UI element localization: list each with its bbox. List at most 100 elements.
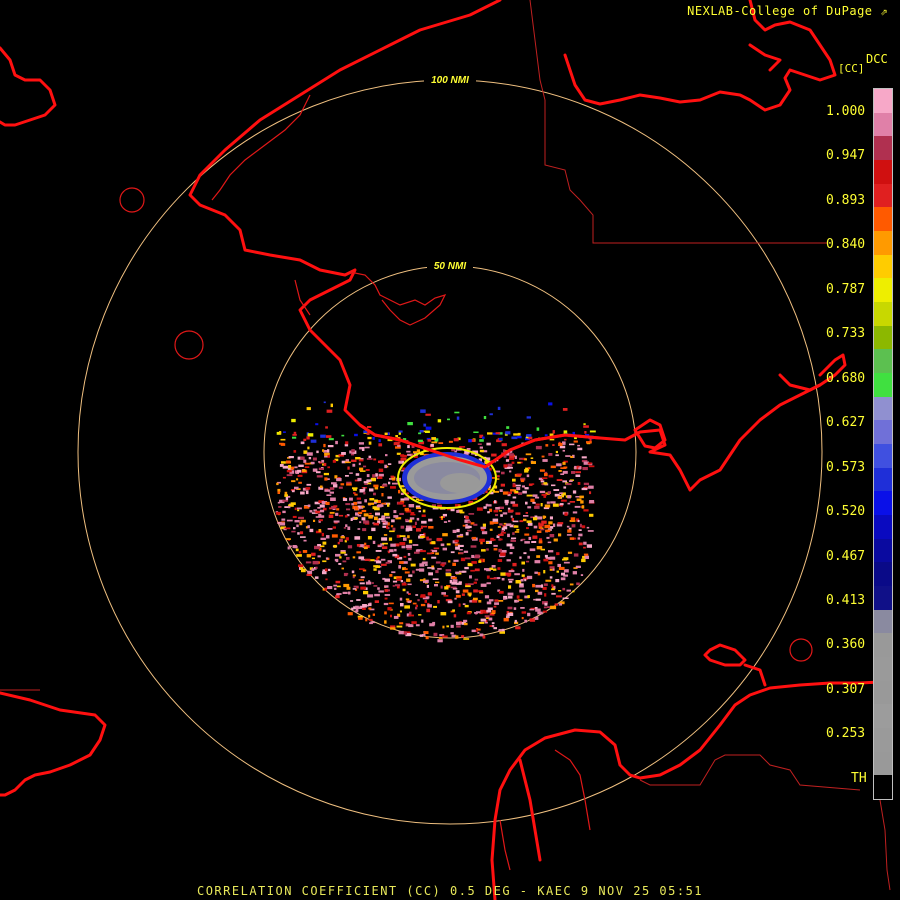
echo-pixel — [291, 480, 296, 483]
echo-pixel — [512, 503, 519, 507]
echo-pixel — [281, 518, 286, 521]
echo-pixel — [539, 469, 545, 472]
echo-pixel — [494, 602, 499, 605]
echo-pixel — [384, 512, 390, 516]
echo-pixel — [542, 610, 548, 613]
echo-pixel — [435, 561, 441, 564]
echo-pixel — [377, 476, 383, 479]
echo-pixel — [395, 435, 398, 438]
echo-pixel — [510, 489, 515, 492]
echo-pixel — [576, 465, 580, 468]
echo-pixel — [388, 602, 394, 605]
echo-pixel — [367, 502, 371, 506]
echo-pixel — [307, 570, 313, 574]
echo-pixel — [586, 544, 592, 548]
echo-pixel — [559, 492, 563, 495]
echo-pixel — [543, 495, 547, 498]
echo-pixel — [430, 443, 434, 447]
echo-pixel — [398, 565, 401, 569]
echo-pixel — [508, 585, 512, 589]
echo-pixel — [361, 509, 367, 513]
echo-pixel — [359, 467, 364, 471]
echo-pixel — [369, 488, 374, 492]
echo-pixel — [519, 589, 526, 593]
echo-pixel — [562, 408, 568, 411]
echo-pixel — [338, 563, 342, 565]
echo-pixel — [473, 523, 478, 526]
echo-pixel — [530, 457, 534, 459]
echo-pixel — [535, 608, 541, 612]
echo-pixel — [407, 535, 410, 539]
echo-pixel — [492, 477, 496, 479]
color-scale-label: TH — [851, 770, 867, 786]
echo-pixel — [470, 569, 475, 572]
echo-pixel — [361, 447, 365, 451]
echo-pixel — [384, 464, 388, 469]
echo-pixel — [461, 593, 465, 596]
echo-pixel — [562, 470, 568, 474]
echo-pixel — [389, 574, 393, 577]
echo-pixel — [399, 622, 404, 625]
echo-pixel — [288, 465, 292, 469]
echo-pixel — [584, 555, 589, 559]
echo-pixel — [572, 590, 575, 593]
echo-pixel — [390, 475, 395, 478]
echo-pixel — [521, 574, 525, 577]
echo-pixel — [315, 510, 321, 514]
echo-pixel — [485, 504, 492, 507]
echo-pixel — [334, 587, 337, 590]
echo-pixel — [441, 516, 443, 518]
echo-pixel — [358, 459, 364, 462]
external-link-icon[interactable]: ⇗ — [880, 4, 888, 18]
echo-pixel — [503, 597, 506, 600]
echo-pixel — [310, 439, 317, 443]
coastlines — [0, 0, 882, 900]
echo-pixel — [462, 603, 466, 605]
echo-pixel — [300, 519, 306, 523]
echo-pixel — [319, 504, 325, 508]
echo-pixel — [392, 482, 398, 485]
echo-pixel — [354, 517, 358, 520]
echo-pixel — [547, 541, 552, 544]
color-scale-label: 0.573 — [826, 459, 866, 475]
echo-pixel — [481, 531, 488, 535]
echo-pixel — [372, 540, 376, 544]
echo-pixel — [309, 510, 313, 513]
echo-pixel — [305, 487, 311, 490]
echo-pixel — [328, 568, 331, 571]
echo-pixel — [392, 527, 396, 531]
echo-pixel — [431, 556, 437, 559]
echo-pixel — [384, 578, 390, 582]
echo-pixel — [542, 477, 548, 479]
echo-pixel — [557, 563, 561, 567]
echo-pixel — [579, 495, 584, 499]
echo-pixel — [524, 458, 527, 461]
echo-pixel — [415, 624, 420, 627]
echo-pixel — [432, 549, 438, 553]
color-swatch — [874, 89, 892, 113]
echo-pixel — [286, 460, 291, 464]
echo-pixel — [362, 528, 367, 532]
echo-pixel — [549, 568, 553, 571]
echo-pixel — [288, 456, 294, 459]
range-ring-50-label: 50 NMI — [434, 261, 466, 272]
echo-pixel — [375, 560, 382, 564]
color-scale-label: 0.520 — [826, 504, 866, 520]
echo-pixel — [455, 590, 460, 594]
echo-pixel — [491, 453, 497, 457]
echo-pixel — [332, 526, 336, 529]
echo-pixel — [535, 445, 542, 450]
echo-pixel — [318, 461, 321, 463]
echo-pixel — [398, 630, 404, 635]
echo-pixel — [516, 595, 520, 599]
echo-pixel — [341, 452, 346, 455]
echo-pixel — [522, 568, 525, 572]
echo-pixel — [552, 503, 559, 507]
echo-pixel — [453, 614, 457, 618]
echo-pixel — [282, 476, 286, 479]
echo-pixel — [360, 576, 365, 579]
echo-pixel — [351, 449, 355, 453]
echo-pixel — [516, 473, 522, 476]
echo-pixel — [404, 605, 410, 609]
echo-pixel — [281, 461, 286, 464]
